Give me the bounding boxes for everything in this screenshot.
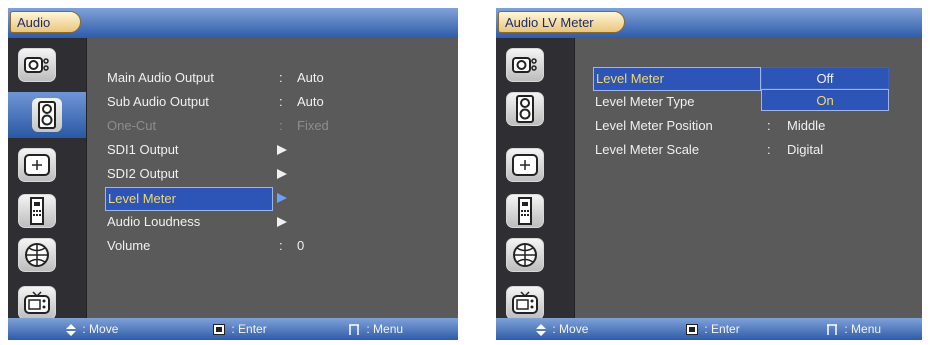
option-on[interactable]: On <box>761 89 889 111</box>
camera-settings-tab[interactable] <box>506 48 544 82</box>
move-hint: : Move <box>536 318 588 340</box>
menu-item-label: SDI1 Output <box>107 142 179 157</box>
submenu-arrow-icon <box>277 193 287 203</box>
move-hint: : Move <box>66 318 118 340</box>
speaker-icon <box>516 95 534 123</box>
menu-item-label: One-Cut <box>107 118 157 133</box>
tv-tab[interactable] <box>18 286 56 320</box>
menu-item-colon: : <box>279 118 283 133</box>
menu-item-colon: : <box>767 142 771 157</box>
menu-title: Audio <box>10 11 82 33</box>
submenu-arrow-icon <box>277 169 287 179</box>
menu-item-colon: : <box>279 70 283 85</box>
menu-item-colon: : <box>279 94 283 109</box>
network-globe-icon <box>513 243 537 267</box>
move-hint-label: Move <box>559 322 589 336</box>
enter-hint-label: Enter <box>711 322 740 336</box>
enter-hint-label: Enter <box>238 322 267 336</box>
menu-list: Main Audio Output : Auto Sub Audio Outpu… <box>87 38 458 318</box>
speaker-tab[interactable] <box>8 92 86 138</box>
enter-hint-prefix: : <box>704 322 708 336</box>
title-bar: Audio <box>8 8 458 38</box>
speaker-tab[interactable] <box>506 92 544 126</box>
menu-item-value: Auto <box>297 70 324 85</box>
level-meter-options-popup: Off On <box>761 67 889 111</box>
menu-item-label: Audio Loudness <box>107 214 201 229</box>
submenu-arrow-icon <box>277 145 287 155</box>
sidebar <box>8 38 87 320</box>
menu-item-colon: : <box>767 118 771 133</box>
menu-item-label: Level Meter Scale <box>595 142 700 157</box>
tv-tab[interactable] <box>506 286 544 320</box>
menu-title: Audio LV Meter <box>498 11 625 33</box>
audio-lv-meter-panel: Audio LV Meter Level Meter Level Meter T… <box>496 8 922 340</box>
menu-key-icon <box>349 324 359 336</box>
menu-item-label: Level Meter Position <box>595 118 713 133</box>
menu-item-value: Digital <box>787 142 824 157</box>
camera-settings-icon <box>24 57 49 73</box>
remote-tab[interactable] <box>506 194 544 228</box>
up-down-arrow-icon <box>66 323 76 336</box>
menu-item-label: Level Meter <box>593 67 761 91</box>
menu-item-colon: : <box>279 238 283 253</box>
footer-hints: : Move : Enter : Menu <box>496 318 922 340</box>
menu-hint: : Menu <box>348 318 403 340</box>
menu-hint: : Menu <box>826 318 881 340</box>
menu-item-value: 0 <box>297 238 305 253</box>
menu-list: Level Meter Level Meter Type : Level Met… <box>575 38 922 318</box>
crosshair-icon <box>512 154 538 176</box>
up-down-arrow-icon <box>536 323 546 336</box>
enter-hint: : Enter <box>213 318 267 340</box>
enter-hint: : Enter <box>686 318 740 340</box>
menu-item-label: Level Meter Type <box>595 94 695 109</box>
footer-hints: : Move : Enter : Menu <box>8 318 458 340</box>
menu-item-value: Auto <box>297 94 324 109</box>
network-tab[interactable] <box>18 238 56 272</box>
enter-hint-prefix: : <box>231 322 235 336</box>
audio-menu-panel: Audio Main Audio Output: Auto Sub Audio… <box>8 8 458 340</box>
tv-icon <box>512 291 538 314</box>
speaker-icon <box>38 101 56 129</box>
menu-hint-label: Menu <box>851 322 882 336</box>
stage: Audio Main Audio Output: Auto Sub Audio… <box>0 0 930 345</box>
title-bar: Audio LV Meter <box>496 8 922 38</box>
menu-item-label: Volume <box>107 238 151 253</box>
move-hint-prefix: : <box>82 322 86 336</box>
menu-item-label: Level Meter <box>105 187 273 211</box>
network-globe-icon <box>25 243 49 267</box>
menu-hint-prefix: : <box>844 322 848 336</box>
crosshair-icon <box>24 154 50 176</box>
menu-item-label: Main Audio Output <box>107 70 214 85</box>
menu-item-value: Fixed <box>297 118 329 133</box>
crosshair-tab[interactable] <box>506 148 544 182</box>
menu-item-label: SDI2 Output <box>107 166 179 181</box>
submenu-arrow-icon <box>277 217 287 227</box>
enter-key-icon <box>213 324 225 336</box>
menu-hint-label: Menu <box>373 322 404 336</box>
remote-icon <box>30 197 44 225</box>
enter-key-icon <box>686 324 698 336</box>
camera-settings-icon <box>512 57 537 73</box>
remote-icon <box>518 197 532 225</box>
remote-tab[interactable] <box>18 194 56 228</box>
move-hint-label: Move <box>89 322 119 336</box>
move-hint-prefix: : <box>552 322 556 336</box>
option-off[interactable]: Off <box>761 67 889 89</box>
sidebar <box>496 38 575 320</box>
menu-hint-prefix: : <box>366 322 370 336</box>
menu-item-value: Middle <box>787 118 826 133</box>
camera-settings-tab[interactable] <box>18 48 56 82</box>
network-tab[interactable] <box>506 238 544 272</box>
tv-icon <box>24 291 50 314</box>
menu-item-label: Sub Audio Output <box>107 94 209 109</box>
menu-key-icon <box>827 324 837 336</box>
crosshair-tab[interactable] <box>18 148 56 182</box>
